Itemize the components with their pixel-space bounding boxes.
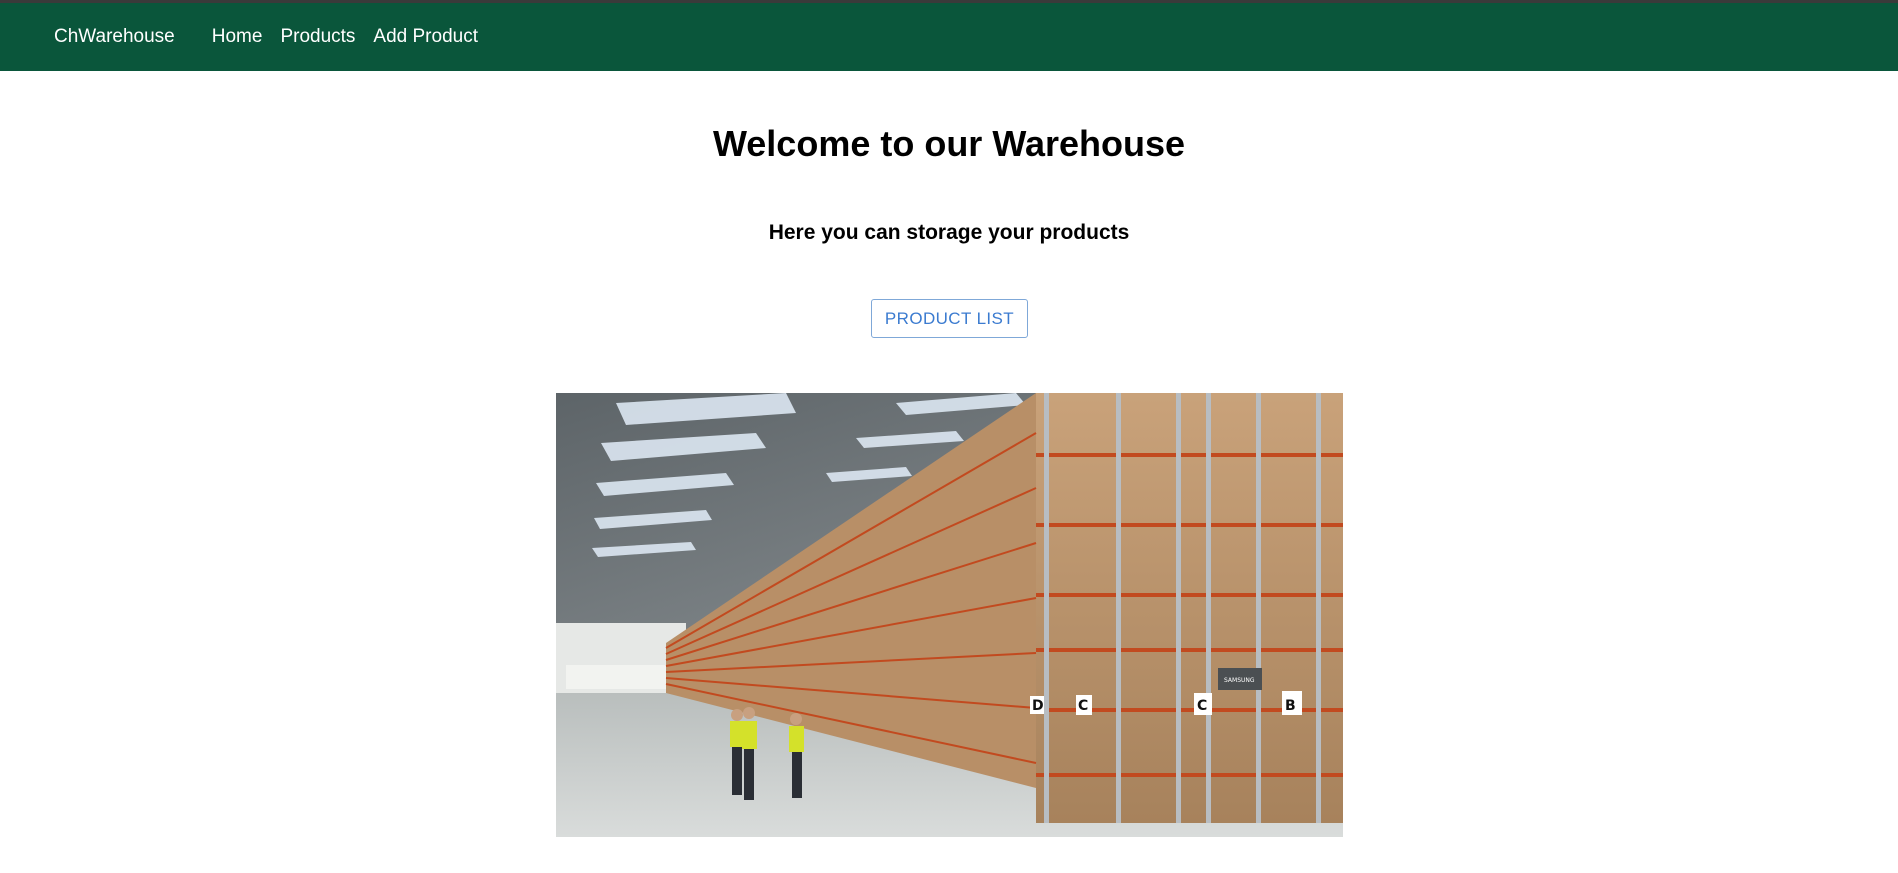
main-content: Welcome to our Warehouse Here you can st… — [0, 71, 1898, 873]
nav-links: Home Products Add Product — [212, 26, 478, 48]
warehouse-image: D C C B SAMSUNG — [556, 393, 1343, 837]
aisle-label-c1: C — [1078, 698, 1088, 714]
brand-logo[interactable]: ChWarehouse — [54, 26, 175, 48]
aisle-label-c2: C — [1197, 698, 1207, 714]
page-title: Welcome to our Warehouse — [712, 123, 1186, 164]
nav-link-products[interactable]: Products — [280, 26, 355, 48]
aisle-label-d: D — [1032, 698, 1044, 714]
product-list-button[interactable]: PRODUCT LIST — [871, 299, 1028, 338]
nav-link-home[interactable]: Home — [212, 26, 263, 48]
page-subtitle: Here you can storage your products — [768, 221, 1130, 244]
nav-link-add-product[interactable]: Add Product — [373, 26, 478, 48]
navbar: ChWarehouse Home Products Add Product — [0, 3, 1898, 71]
sign-text: SAMSUNG — [1224, 677, 1255, 684]
aisle-label-b: B — [1285, 698, 1296, 714]
